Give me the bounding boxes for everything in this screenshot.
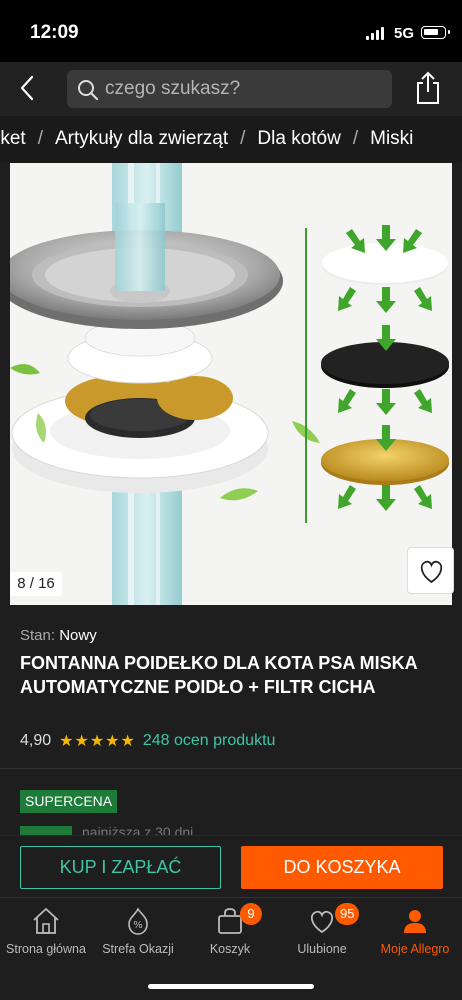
percent-icon: % [128,907,148,935]
tab-label: Strona główna [6,942,86,956]
rating-row: 4,90 ★★★★★ 248 ocen produktu [20,731,275,751]
condition: Stan: Nowy [20,627,97,644]
fountain-illustration [10,163,452,605]
status-time: 12:09 [30,22,79,43]
tab-label: Koszyk [209,942,251,956]
heart-icon [420,560,443,584]
breadcrumb-separator: / [37,128,43,149]
battery-icon [421,26,450,39]
favorites-badge: 95 [335,903,360,925]
chevron-left-icon [20,75,34,101]
tab-label: Ulubione [297,942,347,956]
breadcrumb-item-market[interactable]: rket [0,128,26,150]
search-box[interactable] [67,70,392,108]
product-title: FONTANNA POIDEŁKO DLA KOTA PSA MISKA AUT… [20,653,417,697]
tab-bar: Strona główna % Strefa Okazji 9 Koszyk 9… [0,897,462,967]
breadcrumb-item-cats[interactable]: Dla kotów [257,128,340,150]
signal-icon [366,27,384,40]
home-indicator[interactable] [148,984,314,989]
rating-value: 4,90 [20,732,52,749]
user-icon [404,910,426,933]
action-bar: KUP I ZAPŁAĆ DO KOSZYKA [0,835,462,897]
divider [0,768,462,769]
breadcrumb-item-bowls[interactable]: Miski [370,128,413,150]
image-counter: 8 / 16 [10,572,62,596]
breadcrumb-separator: / [240,128,246,149]
tab-deals[interactable]: % Strefa Okazji [92,898,184,968]
product-info: Stan: Nowy FONTANNA POIDEŁKO DLA KOTA PS… [0,605,462,770]
tab-home[interactable]: Strona główna [0,898,92,968]
svg-text:%: % [133,920,143,931]
tab-label: Strefa Okazji [102,942,174,956]
network-label: 5G [394,25,415,42]
rating-count-link[interactable]: 248 ocen produktu [143,732,276,750]
share-button[interactable] [412,70,444,106]
home-indicator-area [0,967,462,1000]
condition-value: Nowy [59,627,97,644]
breadcrumb: rket / Artykuły dla zwierząt / Dla kotów… [0,116,462,163]
product-image[interactable] [10,163,452,605]
home-icon [33,908,59,934]
search-input[interactable] [105,70,385,108]
add-to-cart-button[interactable]: DO KOSZYKA [241,846,443,889]
status-bar: 12:09 5G [0,0,462,62]
tab-my-allegro[interactable]: Moje Allegro [369,898,461,968]
tab-label: Moje Allegro [380,942,450,956]
favorite-button[interactable] [407,547,454,594]
supercena-badge: SUPERCENA [20,790,118,813]
breadcrumb-separator: / [352,128,359,149]
search-header [0,62,462,116]
star-rating-icon: ★★★★★ [59,733,136,750]
share-icon [417,71,439,104]
back-button[interactable] [12,72,44,104]
cart-badge: 9 [240,903,262,925]
buy-now-button[interactable]: KUP I ZAPŁAĆ [20,846,221,889]
search-icon [78,80,99,101]
tab-favorites[interactable]: 95 Ulubione [276,898,368,968]
breadcrumb-item-pets[interactable]: Artykuły dla zwierząt [55,128,228,150]
tab-cart[interactable]: 9 Koszyk [184,898,276,968]
heart-icon [310,910,334,934]
condition-label: Stan: [20,627,56,644]
